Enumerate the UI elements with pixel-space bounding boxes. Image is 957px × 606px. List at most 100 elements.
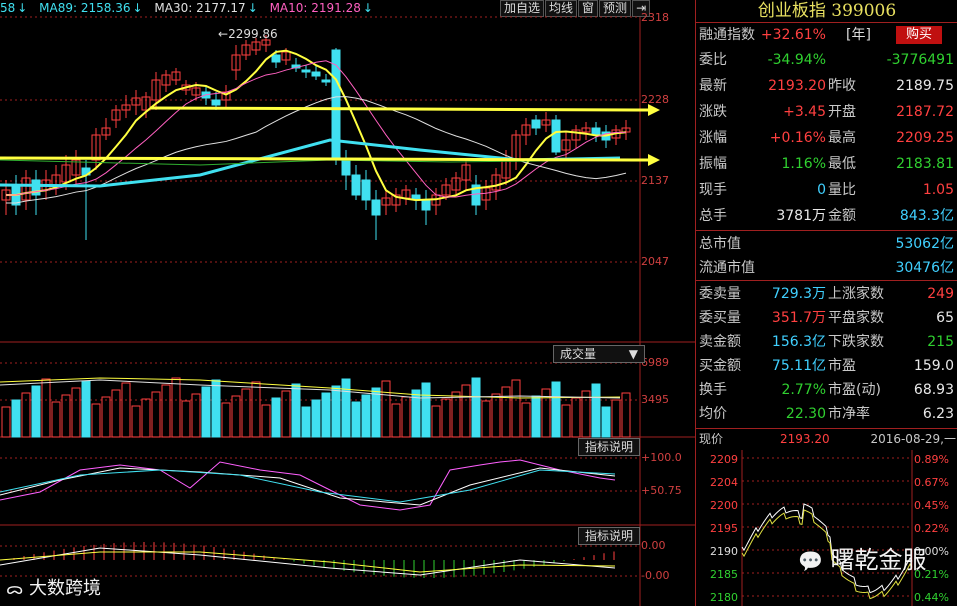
quote-value: -3776491	[886, 52, 954, 68]
quote-label: 委买量	[699, 310, 741, 326]
quote-value: 1.05	[922, 182, 954, 198]
volume-bar	[241, 388, 251, 438]
quote-label: 总市值	[699, 236, 741, 252]
mini-chart-header: 现价 2193.20 2016-08-29,一	[696, 430, 957, 448]
logo-icon: ᯅ	[6, 579, 24, 598]
quote-value: 2187.72	[896, 104, 954, 120]
mini-price-tick: 2195	[710, 522, 738, 535]
volume-bar	[161, 384, 171, 438]
chart-canvas	[0, 16, 695, 606]
volume-bar	[101, 396, 111, 438]
volume-bar	[481, 400, 491, 438]
quote-row: 均价 22.30 市净率 6.23	[696, 402, 957, 426]
volume-bar	[211, 379, 221, 438]
indicator1-help-button[interactable]: 指标说明	[578, 438, 641, 456]
support-line	[0, 156, 649, 162]
quote-row: 流通市值 30476亿	[696, 256, 957, 280]
volume-bar	[361, 394, 371, 438]
quote-value: 2193.20	[768, 78, 826, 94]
quote-row: 振幅 1.16% 最低 2183.81	[696, 152, 957, 176]
volume-bar	[591, 383, 601, 438]
quote-row: 涨幅 +0.16% 最高 2209.25	[696, 126, 957, 150]
volume-bar	[281, 390, 291, 438]
candle-body	[341, 159, 351, 176]
volume-bar	[331, 385, 341, 438]
quote-value: 53062亿	[895, 236, 954, 252]
quote-row: 现手 0 量比 1.05	[696, 178, 957, 202]
buy-button[interactable]: 购买	[896, 26, 942, 44]
quote-panel: 创业板指 399006 融通指数 +32.61% [年] 购买 委比 -34.94% -37…	[695, 0, 957, 606]
quote-label: 现手	[699, 182, 727, 198]
quote-value: +32.61%	[760, 27, 826, 43]
mini-label: 现价	[699, 432, 724, 446]
volume-dropdown[interactable]: 成交量 ▼	[553, 345, 645, 363]
quote-label: 总手	[699, 208, 727, 224]
quote-value: +0.16%	[769, 130, 826, 146]
page-title: 创业板指 399006	[696, 0, 957, 23]
volume-bar	[221, 402, 231, 438]
volume-bar	[151, 391, 161, 438]
quote-label: 昨收	[828, 78, 856, 94]
candle-body	[311, 71, 321, 77]
kline-chart-area[interactable]: 58 ↓ MA89: 2158.36 ↓ MA30: 2177.17 ↓ MA10: …	[0, 0, 695, 606]
volume-bar	[271, 397, 281, 438]
candle-body	[331, 49, 341, 161]
divider	[696, 230, 957, 231]
quote-row: 融通指数 +32.61% [年] 购买	[696, 23, 957, 47]
quote-label: 卖金额	[699, 334, 741, 350]
mini-price-tick: 2185	[710, 568, 738, 581]
volume-bar	[171, 377, 181, 438]
support-arrow-icon	[648, 154, 660, 166]
volume-bar	[511, 379, 521, 438]
volume-bar	[341, 378, 351, 438]
volume-bar	[451, 391, 461, 438]
indicator2-lines	[0, 542, 616, 578]
mini-price-tick: 2204	[710, 476, 738, 489]
volume-bar	[31, 385, 41, 438]
volume-dropdown-label: 成交量	[560, 347, 597, 361]
quote-value: 729.3万	[771, 286, 826, 302]
candle-body	[361, 179, 371, 201]
quote-label: 市盈	[828, 358, 856, 374]
ind1-tick-1: +100.0	[641, 451, 682, 464]
quote-row: 总手 3781万 金额 843.3亿	[696, 204, 957, 228]
mini-pct-tick: 0.67%	[914, 476, 949, 489]
quote-label: 金额	[828, 208, 856, 224]
volume-bar	[261, 404, 271, 438]
volume-bar	[141, 398, 151, 438]
volume-bar	[121, 382, 131, 438]
quote-value: 2189.75	[896, 78, 954, 94]
ind2-tick-2: -0.00	[641, 569, 670, 582]
volume-bar	[531, 395, 541, 438]
candle-body	[271, 54, 281, 63]
volume-bar	[601, 406, 611, 438]
ind2-tick-1: 0.00	[641, 539, 666, 552]
candle-body	[531, 119, 541, 129]
quote-value: 215	[927, 334, 954, 350]
quote-label: 振幅	[699, 156, 727, 172]
quote-row: 换手 2.77% 市盈(动) 68.93	[696, 378, 957, 402]
quote-label: 最新	[699, 78, 727, 94]
volume-bar	[391, 403, 401, 438]
volume-bar	[561, 404, 571, 438]
mini-date: 2016-08-29,一	[870, 432, 956, 446]
quote-label: 融通指数	[699, 27, 755, 43]
quote-label: 均价	[699, 406, 727, 422]
quote-label: 下跌家数	[828, 334, 884, 350]
quote-label: 委比	[699, 52, 727, 68]
indicator2-help-button[interactable]: 指标说明	[578, 527, 641, 545]
quote-value: 75.11亿	[771, 358, 826, 374]
volume-bar	[231, 395, 241, 438]
quote-label: 量比	[828, 182, 856, 198]
period-label: [年]	[846, 27, 871, 43]
quote-label: 开盘	[828, 104, 856, 120]
quote-label: 上涨家数	[828, 286, 884, 302]
quote-label: 最高	[828, 130, 856, 146]
mini-price: 2193.20	[780, 432, 830, 446]
volume-bar	[441, 398, 451, 438]
volume-bar	[461, 384, 471, 438]
watermark-left: ᯅ 大数跨境	[6, 578, 102, 599]
quote-value: 2209.25	[896, 130, 954, 146]
volume-bar	[421, 382, 431, 438]
volume-bar	[381, 380, 391, 438]
